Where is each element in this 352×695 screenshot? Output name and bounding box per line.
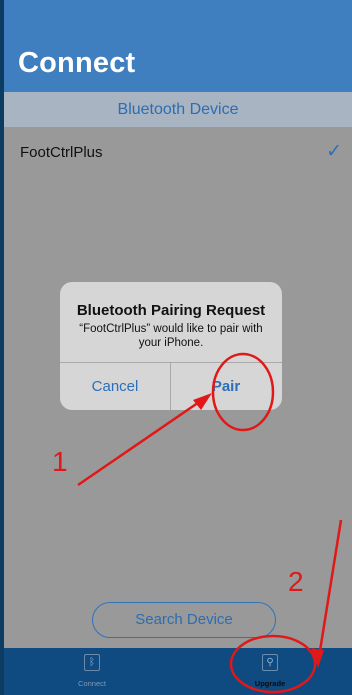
dialog-title: Bluetooth Pairing Request (76, 302, 266, 319)
tab-upgrade[interactable]: ⚲ Upgrade (230, 648, 310, 695)
pairing-dialog: Bluetooth Pairing Request “FootCtrlPlus”… (60, 282, 282, 410)
bluetooth-icon: ᛒ (84, 654, 100, 671)
checkmark-icon: ✓ (326, 141, 342, 162)
tab-label: Upgrade (254, 679, 286, 688)
pair-button[interactable]: Pair (171, 363, 281, 410)
tab-bar: ᛒ Connect ⚲ Upgrade (4, 648, 352, 695)
device-row[interactable]: FootCtrlPlus ✓ (4, 127, 352, 179)
step-number-2: 2 (288, 566, 304, 597)
cancel-button[interactable]: Cancel (60, 363, 170, 410)
app-header: Connect (4, 0, 352, 92)
search-device-button[interactable]: Search Device (92, 602, 276, 638)
device-name: FootCtrlPlus (20, 144, 103, 161)
upgrade-icon: ⚲ (262, 654, 278, 671)
dialog-message: “FootCtrlPlus” would like to pair with y… (79, 323, 263, 349)
tab-label: Connect (78, 679, 106, 688)
footer-area: Search Device (4, 602, 352, 648)
page-title: Connect (18, 47, 136, 79)
step-number-1: 1 (52, 446, 68, 477)
section-header: Bluetooth Device (4, 92, 352, 128)
tab-connect[interactable]: ᛒ Connect (52, 648, 132, 695)
